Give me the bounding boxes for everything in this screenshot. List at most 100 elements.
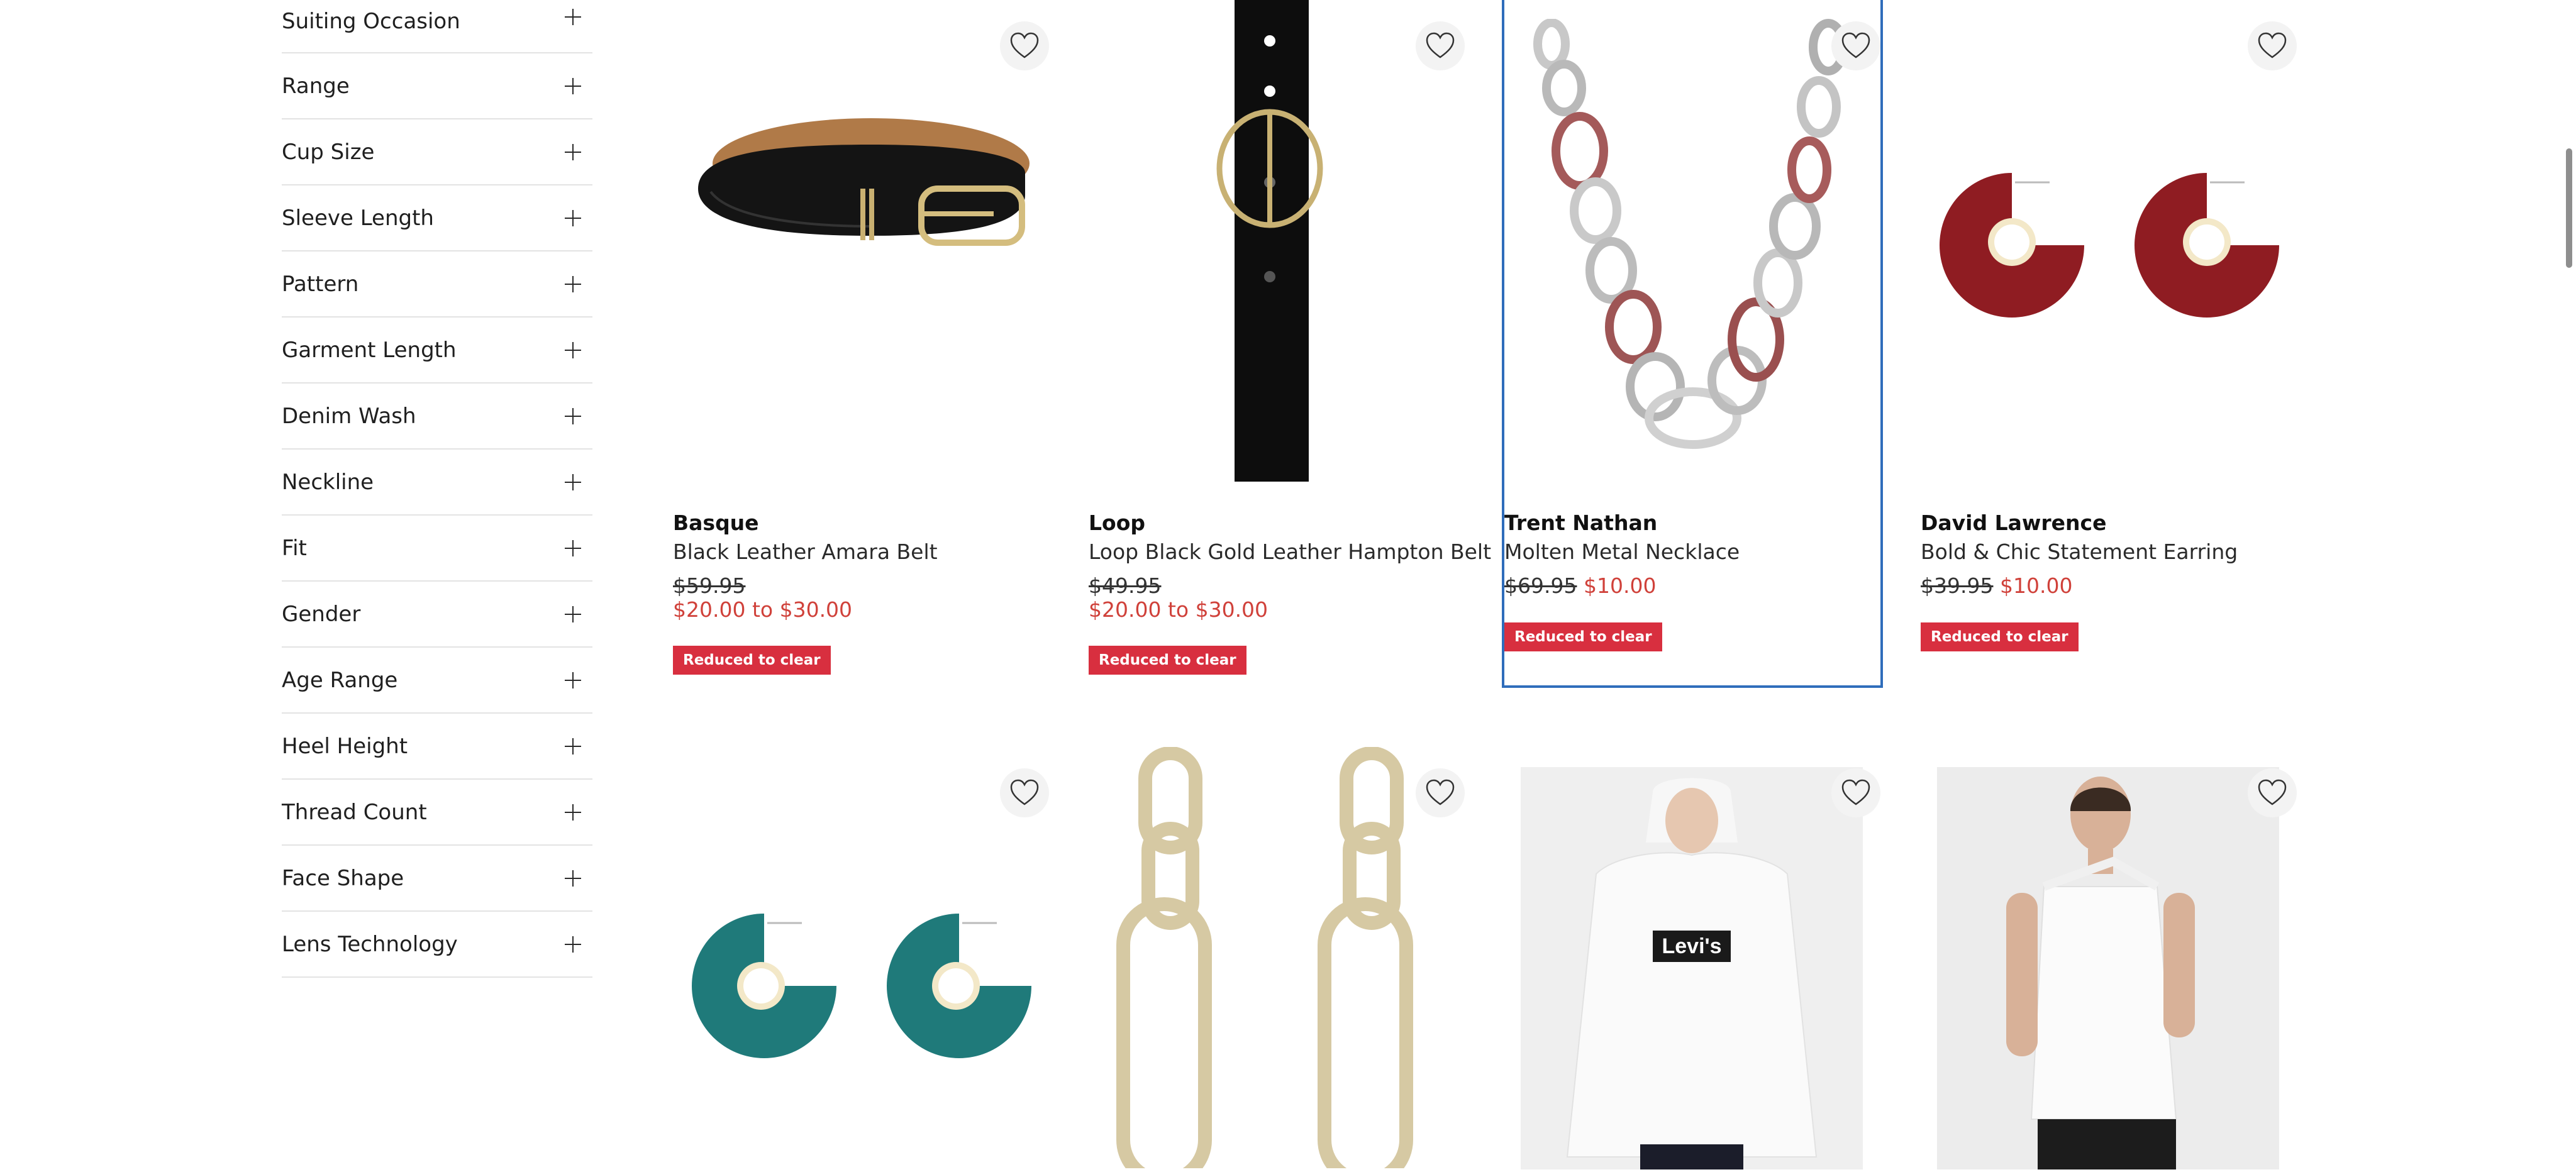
product-card[interactable]: Levi's [1504, 747, 1880, 1169]
product-card[interactable]: Loop Loop Black Gold Leather Hampton Bel… [1089, 0, 1491, 685]
product-card[interactable]: David Lawrence Bold & Chic Statement Ear… [1921, 0, 2297, 685]
plus-icon [565, 407, 581, 424]
plus-icon [565, 473, 581, 490]
filter-label: Garment Length [282, 337, 457, 363]
wishlist-button[interactable] [2248, 768, 2297, 817]
plus-icon [565, 605, 581, 622]
reduced-badge: Reduced to clear [673, 646, 831, 675]
product-card[interactable]: Basque Black Leather Amara Belt $59.95 $… [673, 0, 1049, 685]
product-was-price: $59.95 [673, 573, 745, 598]
filter-suiting-occasion[interactable]: Suiting Occasion [282, 0, 592, 53]
product-image-link-earrings[interactable] [1089, 747, 1465, 1168]
product-card[interactable]: Trent Nathan Molten Metal Necklace $69.9… [1502, 0, 1883, 688]
reduced-badge: Reduced to clear [1921, 622, 2079, 651]
wishlist-button[interactable] [1831, 21, 1880, 70]
filter-neckline[interactable]: Neckline [282, 450, 592, 516]
product-image-red-earrings[interactable] [1921, 145, 2297, 333]
filter-heel-height[interactable]: Heel Height [282, 714, 592, 780]
filter-range[interactable]: Range [282, 53, 592, 119]
hoodie-photo: Levi's [1566, 778, 1818, 1169]
product-name[interactable]: Bold & Chic Statement Earring [1921, 539, 2238, 564]
filter-gender[interactable]: Gender [282, 582, 592, 648]
filter-sleeve-length[interactable]: Sleeve Length [282, 185, 592, 252]
filter-label: Neckline [282, 469, 374, 495]
wishlist-button[interactable] [1831, 768, 1880, 817]
filter-lens-technology[interactable]: Lens Technology [282, 912, 592, 978]
plus-icon [565, 341, 581, 358]
filter-denim-wash[interactable]: Denim Wash [282, 384, 592, 450]
filter-label: Age Range [282, 667, 398, 693]
filter-age-range[interactable]: Age Range [282, 648, 592, 714]
heart-icon [1841, 779, 1870, 805]
filter-label: Lens Technology [282, 931, 458, 957]
product-now-price: $20.00 to $30.00 [1089, 597, 1268, 622]
filter-face-shape[interactable]: Face Shape [282, 846, 592, 912]
product-image-hoodie[interactable]: Levi's [1521, 767, 1863, 1169]
scrollbar-thumb[interactable] [2566, 148, 2572, 268]
product-image-vertical-belt[interactable] [1089, 0, 1465, 484]
wishlist-button[interactable] [1416, 21, 1465, 70]
filter-label: Sleeve Length [282, 205, 434, 231]
product-now-price: $20.00 to $30.00 [673, 597, 852, 622]
filter-label: Denim Wash [282, 403, 416, 429]
product-brand: Basque [673, 511, 759, 535]
heart-icon [1841, 32, 1870, 58]
reduced-badge: Reduced to clear [1089, 646, 1246, 675]
hoodie-logo-text: Levi's [1662, 934, 1721, 958]
product-image-teal-earrings[interactable] [673, 898, 1049, 1061]
product-image-belt[interactable] [673, 94, 1049, 314]
filter-label: Pattern [282, 271, 359, 297]
product-card[interactable] [1089, 747, 1465, 1168]
filter-thread-count[interactable]: Thread Count [282, 780, 592, 846]
wishlist-button[interactable] [1000, 21, 1049, 70]
sale-price: $10.00 [1999, 573, 2073, 598]
product-card[interactable] [1921, 747, 2297, 1169]
plus-icon [565, 275, 581, 292]
wishlist-button[interactable] [1416, 768, 1465, 817]
plus-icon [565, 804, 581, 821]
plus-icon [565, 539, 581, 556]
plus-icon [565, 738, 581, 755]
product-card[interactable] [673, 747, 1049, 1168]
reduced-badge: Reduced to clear [1504, 622, 1662, 651]
product-price: $39.95 $10.00 [1921, 573, 2072, 598]
sale-price: $10.00 [1583, 573, 1657, 598]
filter-fit[interactable]: Fit [282, 516, 592, 582]
heart-icon [2258, 32, 2287, 58]
plus-icon [565, 143, 581, 160]
product-was-price: $49.95 [1089, 573, 1161, 598]
product-price: $69.95 $10.00 [1504, 573, 1656, 598]
plus-icon [565, 870, 581, 887]
product-name[interactable]: Molten Metal Necklace [1504, 539, 1740, 564]
filter-cup-size[interactable]: Cup Size [282, 119, 592, 185]
product-image-necklace[interactable] [1504, 19, 1880, 472]
plus-icon [565, 936, 581, 953]
heart-icon [2258, 779, 2287, 805]
halter-photo [2006, 777, 2195, 1169]
plus-icon [565, 672, 581, 688]
sale-price: $20.00 to $30.00 [1089, 597, 1269, 622]
filter-garment-length[interactable]: Garment Length [282, 318, 592, 384]
filter-label: Gender [282, 601, 361, 627]
product-image-halter-top[interactable] [1937, 767, 2279, 1169]
was-price: $39.95 [1921, 573, 1994, 598]
filter-label: Fit [282, 535, 307, 561]
filter-label: Range [282, 73, 350, 99]
was-price: $49.95 [1089, 573, 1162, 598]
plus-icon [565, 209, 581, 226]
product-brand: Trent Nathan [1504, 511, 1658, 535]
sale-price: $20.00 to $30.00 [673, 597, 853, 622]
product-name[interactable]: Loop Black Gold Leather Hampton Belt [1089, 539, 1491, 564]
wishlist-button[interactable] [2248, 21, 2297, 70]
heart-icon [1010, 32, 1039, 58]
wishlist-button[interactable] [1000, 768, 1049, 817]
product-brand: Loop [1089, 511, 1145, 535]
plus-icon [565, 9, 581, 25]
filter-label: Heel Height [282, 733, 408, 759]
heart-icon [1010, 779, 1039, 805]
product-name[interactable]: Black Leather Amara Belt [673, 539, 938, 564]
filter-label: Face Shape [282, 865, 404, 891]
filter-sidebar: Suiting Occasion Range Cup Size Sleeve L… [282, 0, 592, 978]
was-price: $59.95 [673, 573, 746, 598]
filter-pattern[interactable]: Pattern [282, 252, 592, 318]
